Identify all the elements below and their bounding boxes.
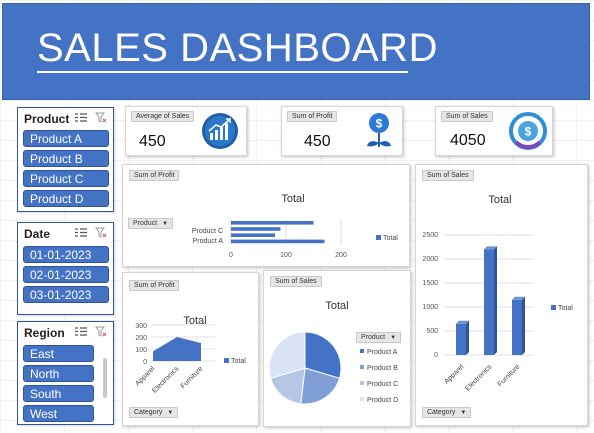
legend-swatch: [360, 365, 364, 369]
tick-label: 2500: [422, 232, 438, 239]
kpi-value: 450: [304, 133, 331, 150]
date-slicer: Date 01-01-2023 02-01-2023 03-01-2023: [17, 222, 114, 315]
chart-title: Total: [281, 193, 304, 205]
tick-label: 1000: [422, 304, 438, 311]
bar: [231, 221, 314, 225]
slicer-item-product-b[interactable]: Product B: [23, 150, 109, 167]
money-plant-icon: $: [367, 113, 391, 147]
kpi-average-sales: Average of Sales 450: [125, 106, 247, 156]
tick-label: 200: [135, 335, 147, 342]
product-slicer: Product Product A Product B Product C Pr…: [17, 107, 114, 212]
chart-title: Total: [325, 300, 348, 312]
profit-by-product-chart[interactable]: Sum of Profit Product ▼ Total Product C P…: [122, 164, 410, 267]
sales-by-product-plot: Total Product A Product B Product C Prod…: [268, 300, 398, 405]
legend-label: Total: [558, 305, 573, 312]
sales-by-category-plot: Total 2500 2000 1500 1000 500 0 Apparel …: [422, 194, 573, 393]
category-label: Product A: [193, 238, 224, 245]
sales-by-product-chart[interactable]: Sum of Sales Product ▼ Total Product A Pr…: [263, 270, 411, 427]
title-underline: [37, 71, 408, 73]
legend-swatch: [360, 349, 364, 353]
profit-by-category-plot: Total 300 200 100 0 Apparel Electronics …: [134, 315, 246, 395]
multi-select-icon[interactable]: [75, 326, 87, 337]
legend-swatch: [360, 397, 364, 401]
coin-target-icon: $: [509, 112, 547, 150]
bar: [512, 299, 522, 355]
bar: [231, 233, 275, 237]
bar-side: [466, 320, 469, 355]
svg-text:$: $: [376, 117, 383, 131]
kpi-sum-profit: Sum of Profit 450 $: [281, 106, 403, 156]
category-label: Furniture: [180, 365, 205, 390]
legend-swatch: [376, 235, 381, 240]
legend-swatch: [360, 381, 364, 385]
region-slicer-title: Region: [24, 326, 65, 340]
multi-select-icon[interactable]: [75, 112, 87, 123]
tick-label: 0: [434, 352, 438, 359]
slicer-item-product-a[interactable]: Product A: [23, 130, 109, 147]
bar: [231, 227, 281, 231]
slicer-item-date-1[interactable]: 01-01-2023: [23, 246, 109, 263]
tick-label: 0: [143, 359, 147, 366]
bar: [231, 239, 325, 244]
slicer-item-south[interactable]: South: [23, 385, 94, 402]
tick-label: 2000: [422, 256, 438, 263]
slicer-scrollbar[interactable]: [103, 358, 107, 398]
growth-chart-icon: [202, 113, 238, 149]
page-title: SALES DASHBOARD: [37, 26, 438, 70]
tick-label: 500: [426, 328, 438, 335]
category-label: Electronics: [151, 365, 181, 395]
clear-filter-icon[interactable]: [95, 227, 107, 238]
kpi-value: 4050: [450, 132, 486, 149]
legend-label: Product B: [367, 365, 398, 372]
svg-text:$: $: [525, 125, 532, 139]
clear-filter-icon[interactable]: [95, 326, 107, 337]
clear-filter-icon[interactable]: [95, 112, 107, 123]
tick-label: 100: [135, 347, 147, 354]
category-label: Apparel: [443, 363, 465, 385]
multi-select-icon[interactable]: [75, 227, 87, 238]
category-label: Furniture: [497, 363, 522, 388]
bar: [484, 249, 494, 355]
category-label: Apparel: [134, 365, 156, 387]
slicer-item-product-c[interactable]: Product C: [23, 170, 109, 187]
legend-label: Product A: [367, 349, 398, 356]
date-slicer-title: Date: [24, 227, 51, 241]
product-slicer-title: Product: [24, 112, 70, 126]
sales-by-category-chart[interactable]: Sum of Sales Category ▼ Total 2500 2000 1…: [415, 164, 588, 426]
slicer-item-date-2[interactable]: 02-01-2023: [23, 266, 109, 283]
tick-label: 0: [229, 252, 233, 259]
bar-side: [522, 296, 525, 355]
tick-label: 100: [280, 252, 292, 259]
tick-label: 200: [335, 252, 347, 259]
kpi-sum-sales: Sum of Sales 4050 $: [435, 106, 553, 156]
kpi-label: Sum of Sales: [441, 111, 493, 122]
legend-label: Total: [231, 358, 246, 365]
legend-label: Product C: [367, 381, 398, 388]
slicer-item-west[interactable]: West: [23, 405, 94, 422]
region-slicer: Region East North South West: [17, 321, 114, 425]
slicer-item-north[interactable]: North: [23, 365, 94, 382]
legend-label: Total: [383, 235, 398, 242]
kpi-value: 450: [139, 133, 166, 150]
slicer-item-product-d[interactable]: Product D: [23, 190, 109, 207]
slicer-item-east[interactable]: East: [23, 345, 94, 362]
legend-label: Product D: [367, 397, 398, 404]
bar: [456, 323, 466, 355]
category-label: Product C: [192, 228, 223, 235]
slicer-item-date-3[interactable]: 03-01-2023: [23, 286, 109, 303]
tick-label: 1500: [422, 280, 438, 287]
legend-swatch: [224, 358, 229, 363]
bar-side: [494, 246, 497, 355]
kpi-label: Average of Sales: [131, 111, 195, 122]
profit-by-product-plot: Total Product C Product A 0 100 200 Tota…: [192, 193, 398, 259]
kpi-label: Sum of Profit: [287, 111, 338, 122]
area-series: [153, 337, 201, 361]
category-label: Electronics: [464, 363, 494, 393]
chart-title: Total: [488, 194, 511, 206]
legend-swatch: [551, 305, 556, 310]
profit-by-category-chart[interactable]: Sum of Profit Category ▼ Total 300 200 10…: [122, 272, 259, 426]
header-banner: SALES DASHBOARD: [2, 3, 590, 100]
tick-label: 300: [135, 323, 147, 330]
